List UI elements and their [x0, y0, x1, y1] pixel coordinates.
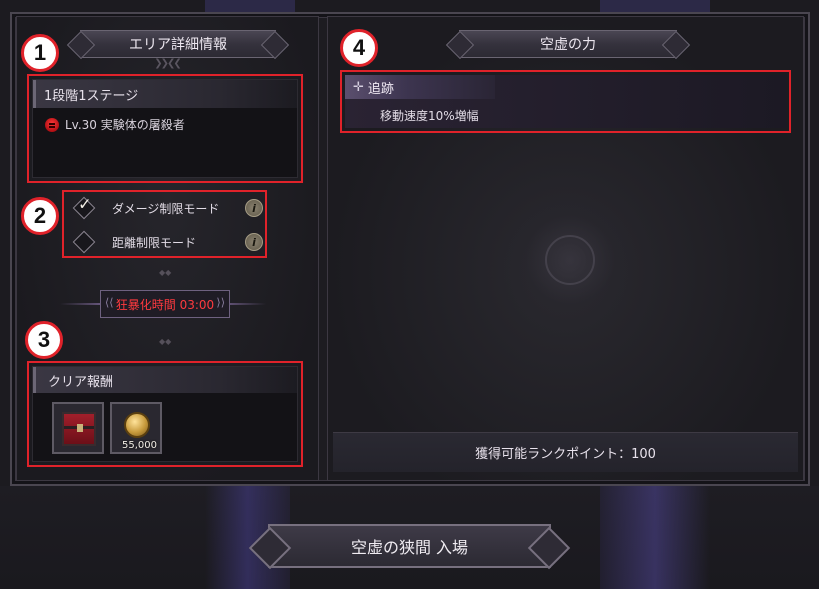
mode-option-damage-limit[interactable]: ダメージ制限モード i — [68, 194, 263, 222]
boss-row: Lv.30 実験体の屠殺者 — [33, 116, 297, 133]
background-glow-top-left — [205, 0, 295, 12]
divider-ornament: ◆◆ — [159, 268, 172, 277]
crosshair-icon: ✛ — [353, 79, 364, 95]
treasure-chest-icon — [62, 412, 96, 446]
divider-ornament: ◆◆ — [159, 337, 172, 346]
rank-points-label: 獲得可能ランクポイント：100 — [475, 447, 656, 462]
reward-items: 55,000 — [33, 393, 297, 454]
damage-limit-checkbox[interactable] — [72, 196, 96, 220]
void-emblem-core — [545, 235, 595, 285]
info-icon[interactable]: i — [245, 199, 263, 217]
mode-options-box: ダメージ制限モード i 距離制限モード i — [62, 190, 267, 258]
reward-slot-gold[interactable]: 55,000 — [110, 402, 162, 454]
distance-limit-label: 距離制限モード — [112, 235, 197, 250]
mode-option-distance-limit[interactable]: 距離制限モード i — [68, 228, 263, 256]
buff-name: 追跡 — [367, 81, 394, 97]
damage-limit-label: ダメージ制限モード — [112, 201, 220, 216]
area-detail-header: エリア詳細情報 — [80, 30, 276, 58]
background-glow-top-right — [600, 0, 710, 12]
stage-info-inner: 1段階1ステージ Lv.30 実験体の屠殺者 — [32, 79, 298, 178]
marker-4: 4 — [340, 29, 378, 67]
reward-slot-chest[interactable] — [52, 402, 104, 454]
berserk-timer-label: 狂暴化時間 03:00 — [100, 290, 230, 318]
buff-description: 移動速度10%増幅 — [380, 109, 479, 123]
clear-reward-title: クリア報酬 — [33, 367, 297, 393]
skull-icon — [45, 117, 59, 132]
gold-count: 55,000 — [122, 440, 157, 451]
distance-limit-checkbox[interactable] — [72, 230, 96, 254]
marker-2: 2 — [21, 197, 59, 235]
clear-reward-box: クリア報酬 55,000 — [27, 361, 303, 467]
void-power-header-label: 空虚の力 — [540, 37, 596, 53]
boss-label: Lv.30 実験体の屠殺者 — [65, 118, 185, 132]
stage-title: 1段階1ステージ — [33, 80, 297, 108]
area-detail-header-label: エリア詳細情報 — [129, 37, 227, 53]
void-power-header: 空虚の力 — [459, 30, 677, 58]
stage-info-box: 1段階1ステージ Lv.30 実験体の屠殺者 — [27, 74, 303, 183]
background-glow-right — [600, 486, 710, 589]
enter-button-label: 空虚の狭間 入場 — [350, 538, 469, 557]
enter-void-rift-button[interactable]: 空虚の狭間 入場 — [268, 524, 551, 568]
ornament-chevron: ❯❯❮❮ — [154, 58, 182, 69]
clear-reward-inner: クリア報酬 55,000 — [32, 366, 298, 462]
marker-3: 3 — [25, 321, 63, 359]
rank-points-bar: 獲得可能ランクポイント：100 — [333, 432, 798, 472]
marker-1: 1 — [21, 34, 59, 72]
buff-inner: ✛ 追跡 移動速度10%増幅 — [345, 75, 786, 128]
buff-title: ✛ 追跡 — [345, 75, 495, 99]
buff-box: ✛ 追跡 移動速度10%増幅 — [340, 70, 791, 133]
info-icon[interactable]: i — [245, 233, 263, 251]
berserk-timer: 狂暴化時間 03:00 — [60, 290, 266, 318]
gold-coin-icon — [124, 412, 150, 438]
